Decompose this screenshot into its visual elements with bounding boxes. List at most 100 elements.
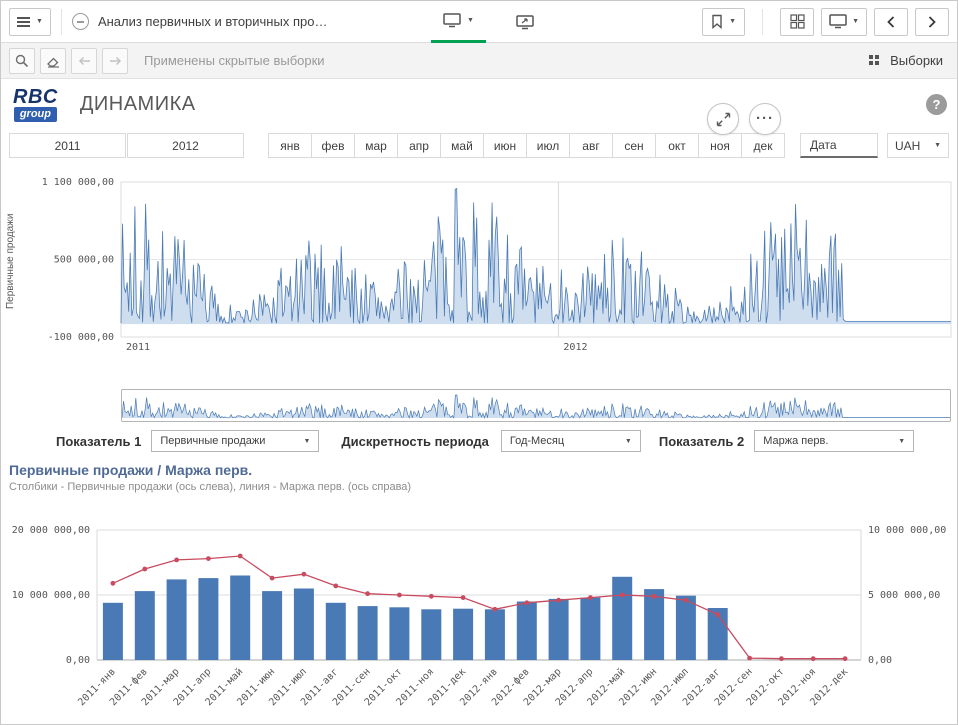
step-forward-icon [108,55,123,67]
logo-text: RBC [13,88,58,107]
rbc-group-logo: RBC group [13,88,58,122]
expand-chart-button[interactable] [707,103,739,135]
month-filter[interactable]: дек [741,133,785,158]
timeline-chart[interactable]: Первичные продажи 1 100 000,00 500 000,00… [1,167,957,381]
help-button[interactable]: ? [926,94,947,115]
selection-tools [9,48,128,74]
svg-text:1 100 000,00: 1 100 000,00 [42,177,114,188]
indicator1-value: Первичные продажи [160,435,265,447]
chevron-left-icon [886,15,896,29]
svg-text:-100 000,00: -100 000,00 [48,332,114,343]
month-filter[interactable]: авг [569,133,613,158]
year-filter[interactable]: 2012 [127,133,244,158]
selections-bar: Применены скрытые выборки Выборки [1,43,957,79]
svg-text:0,00: 0,00 [66,655,90,666]
next-sheet-button[interactable] [915,8,949,36]
presentation-icon [516,15,534,30]
view-mode-button[interactable]: ▼ [821,8,867,36]
month-filter[interactable]: сен [612,133,656,158]
combo-chart[interactable]: 20 000 000,00 10 000 000,00 0,00 10 000 000… [9,500,949,722]
svg-text:5 000 000,00: 5 000 000,00 [868,590,940,601]
chevron-down-icon: ▼ [729,18,736,25]
svg-text:10 000 000,00: 10 000 000,00 [12,590,90,601]
chevron-down-icon: ▼ [467,17,474,24]
combo-plot[interactable]: 20 000 000,00 10 000 000,00 0,00 10 000 000… [9,500,949,722]
combo-chart-panel: Первичные продажи / Маржа перв. Столбики… [9,462,949,722]
expand-icon [716,112,731,127]
timeline-y-axis-label: Первичные продажи [5,195,16,327]
currency-select[interactable]: UAH ▼ [887,133,949,158]
selections-grid-icon [868,54,882,68]
svg-text:2012: 2012 [563,342,587,353]
month-filters: янвфевмарапрмайиюниюлавгсеноктноядек [269,133,785,158]
step-forward-button[interactable] [102,48,128,74]
year-filters: 20112012 [9,133,244,158]
month-filter[interactable]: апр [397,133,441,158]
month-filter[interactable]: окт [655,133,699,158]
indicator1-select[interactable]: Первичные продажи ▼ [151,430,319,452]
chevron-down-icon: ▼ [303,438,310,445]
svg-text:500 000,00: 500 000,00 [54,255,114,266]
indicator1-label: Показатель 1 [56,434,141,449]
timeline-navigator[interactable] [121,389,951,422]
current-sheet-button[interactable]: ▼ [431,1,486,43]
svg-text:0,00: 0,00 [868,655,892,666]
app-window: ▼ Анализ первичных и вторичных про… ▼ ▼ [0,0,958,725]
svg-text:10 000 000,00: 10 000 000,00 [868,525,946,536]
monitor-icon [829,14,847,29]
currency-value: UAH [895,139,920,153]
more-options-button[interactable]: ··· [749,103,781,135]
sheet-list-button[interactable] [780,8,814,36]
indicator2-value: Маржа перв. [763,435,828,447]
year-filter[interactable]: 2011 [9,133,126,158]
month-filter[interactable]: мар [354,133,398,158]
month-filter[interactable]: янв [268,133,312,158]
filter-row: 20112012 янвфевмарапрмайиюниюлавгсеноктн… [1,132,957,159]
selections-tool-label: Выборки [890,53,943,68]
date-field[interactable]: Дата [800,133,878,158]
step-back-icon [77,55,92,67]
period-select[interactable]: Год-Месяц ▼ [501,430,641,452]
ellipsis-icon: ··· [756,114,774,124]
selections-tool-button[interactable]: Выборки [868,53,943,68]
navigator-plot[interactable] [122,390,950,421]
month-filter[interactable]: июл [526,133,570,158]
month-filter[interactable]: май [440,133,484,158]
chevron-down-icon: ▼ [852,18,859,25]
chevron-down-icon: ▼ [625,438,632,445]
svg-text:20 000 000,00: 20 000 000,00 [12,525,90,536]
sheets-grid-icon [790,14,805,29]
monitor-icon [443,13,461,28]
page-title: ДИНАМИКА [80,93,196,116]
sheet-navigation: ▼ [431,1,548,43]
combo-chart-subtitle: Столбики - Первичные продажи (ось слева)… [9,481,949,493]
measure-controls: Показатель 1 Первичные продажи ▼ Дискрет… [1,429,957,453]
bookmark-button[interactable]: ▼ [702,8,745,36]
timeline-plot[interactable]: 1 100 000,00 500 000,00 -100 000,00 2011 201… [1,167,957,381]
indicator2-select[interactable]: Маржа перв. ▼ [754,430,914,452]
previous-sheet-button[interactable] [874,8,908,36]
svg-text:2011: 2011 [126,342,150,353]
period-value: Год-Месяц [510,435,564,447]
indicator2-label: Показатель 2 [659,434,744,449]
presentation-button[interactable] [502,1,548,43]
combo-chart-title: Первичные продажи / Маржа перв. [9,462,949,478]
main-menu-button[interactable]: ▼ [9,8,51,36]
hamburger-icon [17,17,30,27]
chevron-down-icon: ▼ [898,438,905,445]
month-filter[interactable]: ноя [698,133,742,158]
month-filter[interactable]: июн [483,133,527,158]
bookmark-icon [711,14,723,29]
chevron-right-icon [927,15,937,29]
month-filter[interactable]: фев [311,133,355,158]
app-title: Анализ первичных и вторичных про… [98,14,328,29]
selections-message: Применены скрытые выборки [144,53,868,68]
selection-search-button[interactable] [9,48,35,74]
divider [61,9,62,35]
app-info-icon[interactable] [72,13,89,30]
chevron-down-icon: ▼ [36,18,43,25]
clear-selections-button[interactable] [40,48,66,74]
step-back-button[interactable] [71,48,97,74]
search-icon [15,54,29,68]
eraser-icon [46,54,61,68]
